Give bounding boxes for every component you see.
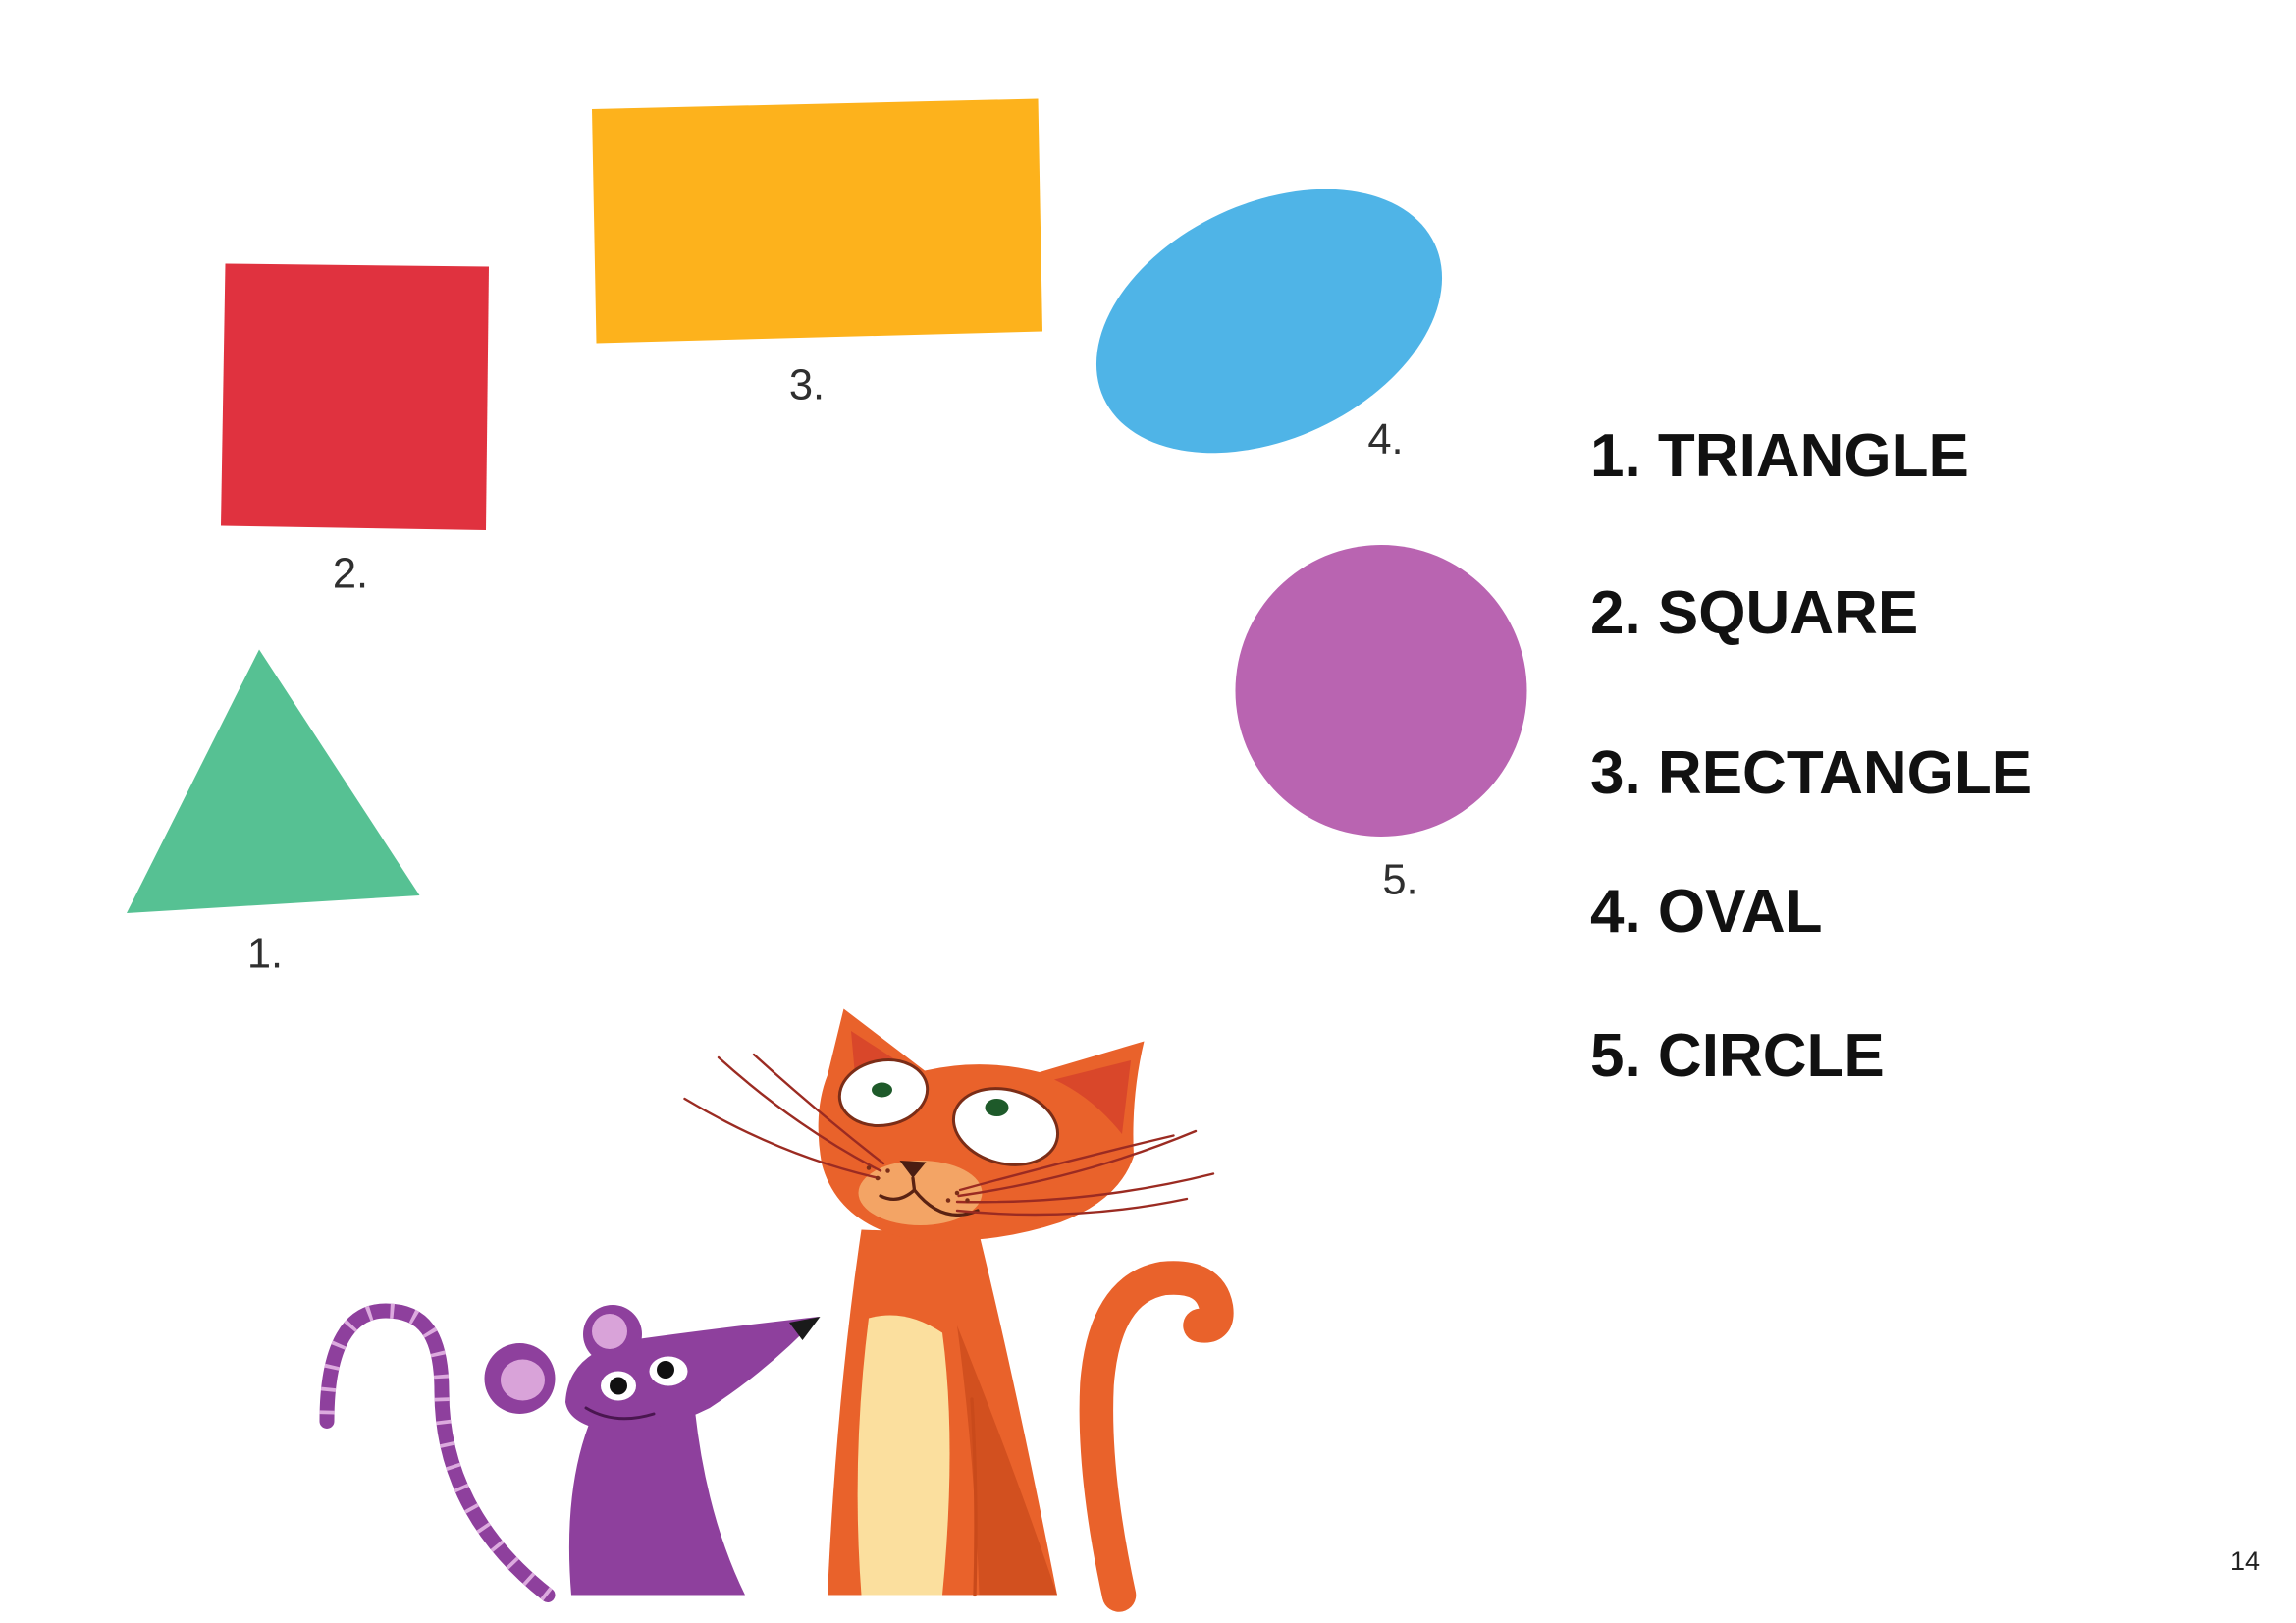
cat-whisker-dot bbox=[875, 1175, 881, 1181]
circle-number-label: 5. bbox=[1382, 857, 1417, 904]
mouse-back-ear-inner bbox=[501, 1359, 546, 1401]
circle-shape bbox=[1235, 545, 1527, 837]
answer-item-rectangle: 3. RECTANGLE bbox=[1590, 739, 2033, 807]
mouse-front-ear-inner bbox=[592, 1314, 628, 1349]
cat-whisker-dot bbox=[885, 1168, 890, 1173]
cat-chest bbox=[857, 1315, 950, 1596]
rectangle-number-label: 3. bbox=[789, 362, 825, 409]
answer-item-oval: 4. OVAL bbox=[1590, 878, 1823, 946]
page-number: 14 bbox=[2230, 1546, 2261, 1576]
book-page: 1. 2. 3. 4. 5. 1. TRIANGLE 2. SQUARE 3. … bbox=[0, 0, 2296, 1623]
square-shape bbox=[221, 263, 490, 530]
square-number-label: 2. bbox=[333, 551, 368, 598]
mouse-illustration bbox=[319, 1303, 821, 1602]
cat-pupil-left bbox=[872, 1082, 893, 1098]
triangle-shape bbox=[127, 649, 420, 913]
cat-whisker-dot bbox=[965, 1198, 970, 1203]
answer-item-triangle: 1. TRIANGLE bbox=[1590, 422, 1969, 490]
oval-number-label: 4. bbox=[1367, 416, 1403, 463]
rectangle-shape bbox=[592, 98, 1043, 344]
cat-pupil-right bbox=[985, 1099, 1009, 1116]
cat-whisker-dot bbox=[954, 1190, 960, 1196]
cat-whisker-dot bbox=[945, 1198, 951, 1203]
mouse-pupil-left bbox=[610, 1377, 628, 1395]
answer-item-circle: 5. CIRCLE bbox=[1590, 1022, 1885, 1090]
mouse-pupil-right bbox=[657, 1361, 675, 1379]
cat-whisker-dot bbox=[866, 1165, 872, 1170]
answer-item-square: 2. SQUARE bbox=[1590, 579, 1919, 647]
triangle-number-label: 1. bbox=[247, 931, 283, 978]
cat-illustration bbox=[683, 1008, 1234, 1612]
mouse-body bbox=[568, 1411, 746, 1596]
page-artwork: 1. 2. 3. 4. 5. bbox=[127, 98, 1527, 1612]
oval-shape bbox=[1095, 189, 1443, 454]
cat-tail bbox=[1079, 1261, 1234, 1612]
